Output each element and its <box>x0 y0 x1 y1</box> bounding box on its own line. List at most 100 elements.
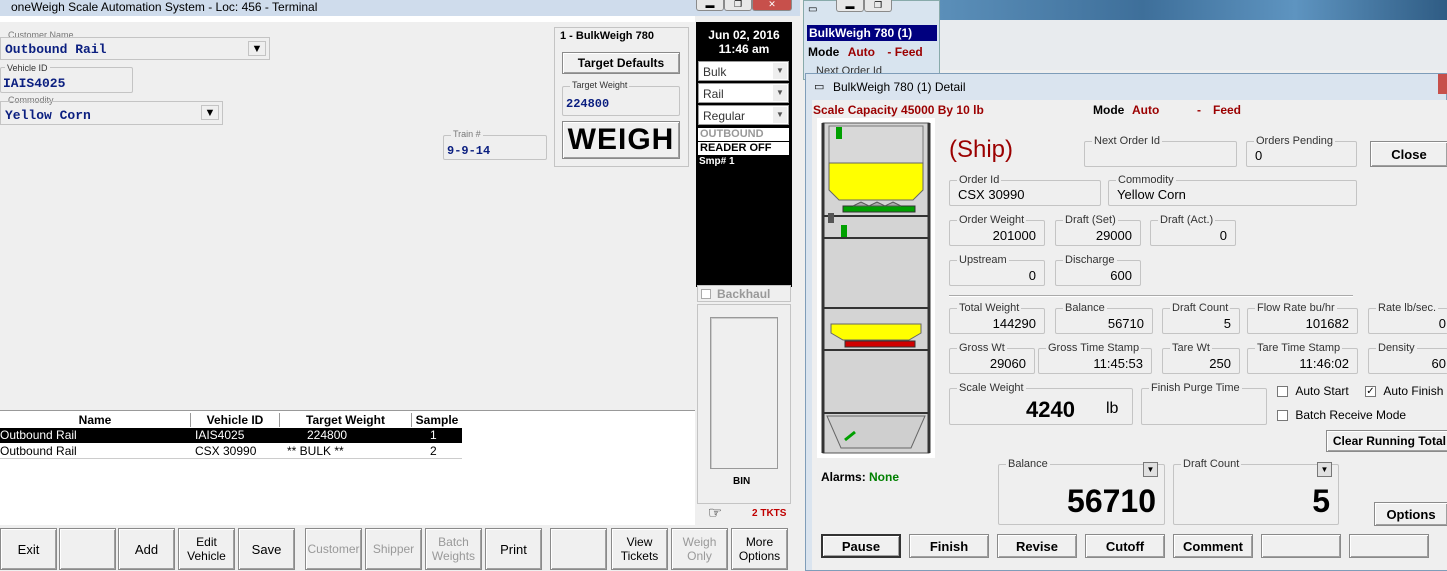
auto-start-checkbox[interactable]: Auto Start <box>1277 384 1349 398</box>
chevron-down-icon[interactable]: ▼ <box>773 107 787 123</box>
mode-value: Rail <box>703 87 724 101</box>
close-button[interactable]: ✕ <box>752 0 792 11</box>
mode-select[interactable]: Rail ▼ <box>698 83 789 103</box>
cell-sample: 1 <box>430 428 437 442</box>
bin-diagram <box>817 118 935 458</box>
edit-vehicle-button[interactable]: Edit Vehicle <box>178 528 235 570</box>
customer-button[interactable]: Customer <box>305 528 362 570</box>
auto-start-box[interactable] <box>1277 386 1288 398</box>
batch-receive-checkbox[interactable]: Batch Receive Mode <box>1277 408 1406 422</box>
order-weight-field[interactable]: Order Weight 201000 <box>949 214 1045 246</box>
blank-button[interactable] <box>1349 534 1429 558</box>
gross-time-stamp-label: Gross Time Stamp <box>1046 342 1142 354</box>
chevron-down-icon[interactable]: ▼ <box>773 85 787 101</box>
col-vehicle[interactable]: Vehicle ID <box>191 413 280 427</box>
train-label: Train # <box>451 129 483 139</box>
close-button[interactable] <box>1438 74 1447 94</box>
density-field[interactable]: Density 60 <box>1368 342 1447 374</box>
divider <box>0 16 695 22</box>
big-draft-count-field: Draft Count ▼ 5 <box>1173 458 1339 525</box>
checkmark-icon[interactable]: ✓ <box>1365 386 1376 398</box>
bin-panel: BIN <box>697 304 791 504</box>
commodity-select[interactable]: Yellow Corn ▼ <box>0 101 223 125</box>
print-button[interactable]: Print <box>485 528 542 570</box>
weigh-only-button[interactable]: Weigh Only <box>671 528 728 570</box>
customer-value: Outbound Rail <box>5 42 107 57</box>
balance-label: Balance <box>1063 302 1107 314</box>
ship-label: (Ship) <box>949 136 1014 163</box>
cell-target: ** BULK ** <box>287 444 344 458</box>
auto-finish-checkbox[interactable]: ✓ Auto Finish <box>1365 384 1443 398</box>
tare-wt-field: Tare Wt 250 <box>1162 342 1240 374</box>
finish-button[interactable]: Finish <box>909 534 989 558</box>
pointing-hand-icon[interactable]: ☞ <box>698 505 732 523</box>
blank-button[interactable] <box>1261 534 1341 558</box>
shipper-button[interactable]: Shipper <box>365 528 422 570</box>
add-button[interactable]: Add <box>118 528 175 570</box>
next-order-field[interactable]: Next Order Id <box>1084 135 1237 167</box>
options-button[interactable]: Options <box>1374 502 1447 526</box>
col-sample[interactable]: Sample <box>412 413 462 427</box>
vehicle-table-area: Name Vehicle ID Target Weight Sample Out… <box>0 410 695 525</box>
lower-hopper-fill <box>830 323 922 341</box>
cutoff-button[interactable]: Cutoff <box>1085 534 1165 558</box>
train-value: 9-9-14 <box>447 144 491 158</box>
main-title-bar: oneWeigh Scale Automation System - Loc: … <box>0 0 800 16</box>
big-draft-count-value: 5 <box>1312 483 1330 519</box>
target-weight-label: Target Weight <box>570 80 630 90</box>
more-options-button[interactable]: More Options <box>731 528 788 570</box>
chevron-down-icon[interactable]: ▼ <box>248 41 266 56</box>
upstream-field[interactable]: Upstream 0 <box>949 254 1045 286</box>
type-select[interactable]: Bulk ▼ <box>698 61 789 81</box>
draft-act-label: Draft (Act.) <box>1158 214 1216 226</box>
target-defaults-button[interactable]: Target Defaults <box>562 52 680 74</box>
table-header: Name Vehicle ID Target Weight Sample <box>0 413 462 427</box>
revise-button[interactable]: Revise <box>997 534 1077 558</box>
col-target[interactable]: Target Weight <box>280 413 412 427</box>
weigh-button[interactable]: WEIGH <box>562 121 680 159</box>
pause-button[interactable]: Pause <box>821 534 901 558</box>
view-tickets-button[interactable]: View Tickets <box>611 528 668 570</box>
blank-button[interactable] <box>59 528 116 570</box>
tare-wt-value: 250 <box>1209 356 1231 371</box>
customer-select[interactable]: Outbound Rail ▼ <box>0 37 270 60</box>
chevron-down-icon[interactable]: ▼ <box>201 105 219 120</box>
clear-running-total-button[interactable]: Clear Running Total <box>1326 430 1447 452</box>
vehicle-field[interactable]: Vehicle ID IAIS4025 <box>0 63 133 93</box>
target-weight-field[interactable]: Target Weight 224800 <box>562 80 680 116</box>
total-weight-label: Total Weight <box>957 302 1022 314</box>
scale-weight-value: 4240 <box>1026 397 1075 422</box>
cell-vehicle: IAIS4025 <box>195 428 245 442</box>
comment-button[interactable]: Comment <box>1173 534 1253 558</box>
bulkweigh-window: ▬ ❐ ▭ BulkWeigh 780 (1) Mode Auto - Feed… <box>803 0 940 80</box>
order-id-field[interactable]: Order Id CSX 30990 <box>949 174 1101 206</box>
maximize-button[interactable]: ❐ <box>724 0 752 11</box>
desktop-background <box>940 20 1447 70</box>
draft-set-field[interactable]: Draft (Set) 29000 <box>1055 214 1141 246</box>
table-row[interactable]: Outbound Rail IAIS4025 224800 1 <box>0 428 462 443</box>
minimize-button[interactable]: ▬ <box>696 0 724 11</box>
close-button[interactable]: Close <box>1370 141 1447 167</box>
train-field[interactable]: Train # 9-9-14 <box>443 129 547 160</box>
alarms-label: Alarms: <box>821 470 866 484</box>
finish-purge-field[interactable]: Finish Purge Time <box>1141 382 1267 425</box>
exit-button[interactable]: Exit <box>0 528 57 570</box>
gross-time-stamp-field: Gross Time Stamp 11:45:53 <box>1038 342 1152 374</box>
minimize-button[interactable]: ▬ <box>836 0 864 12</box>
batch-weights-button[interactable]: Batch Weights <box>425 528 482 570</box>
class-select[interactable]: Regular ▼ <box>698 105 789 125</box>
backhaul-box[interactable] <box>701 289 711 299</box>
discharge-field[interactable]: Discharge 600 <box>1055 254 1141 286</box>
col-name[interactable]: Name <box>0 413 191 427</box>
big-draft-dropdown[interactable]: ▼ <box>1317 462 1332 477</box>
save-button[interactable]: Save <box>238 528 295 570</box>
big-balance-dropdown[interactable]: ▼ <box>1143 462 1158 477</box>
blank-button[interactable] <box>550 528 607 570</box>
chevron-down-icon[interactable]: ▼ <box>773 63 787 79</box>
maximize-button[interactable]: ❐ <box>864 0 892 12</box>
table-row[interactable]: Outbound Rail CSX 30990 ** BULK ** 2 <box>0 444 462 459</box>
density-label: Density <box>1376 342 1417 354</box>
discharge-value: 600 <box>1110 268 1132 283</box>
batch-receive-box[interactable] <box>1277 410 1288 422</box>
backhaul-checkbox[interactable]: Backhaul <box>697 285 791 302</box>
